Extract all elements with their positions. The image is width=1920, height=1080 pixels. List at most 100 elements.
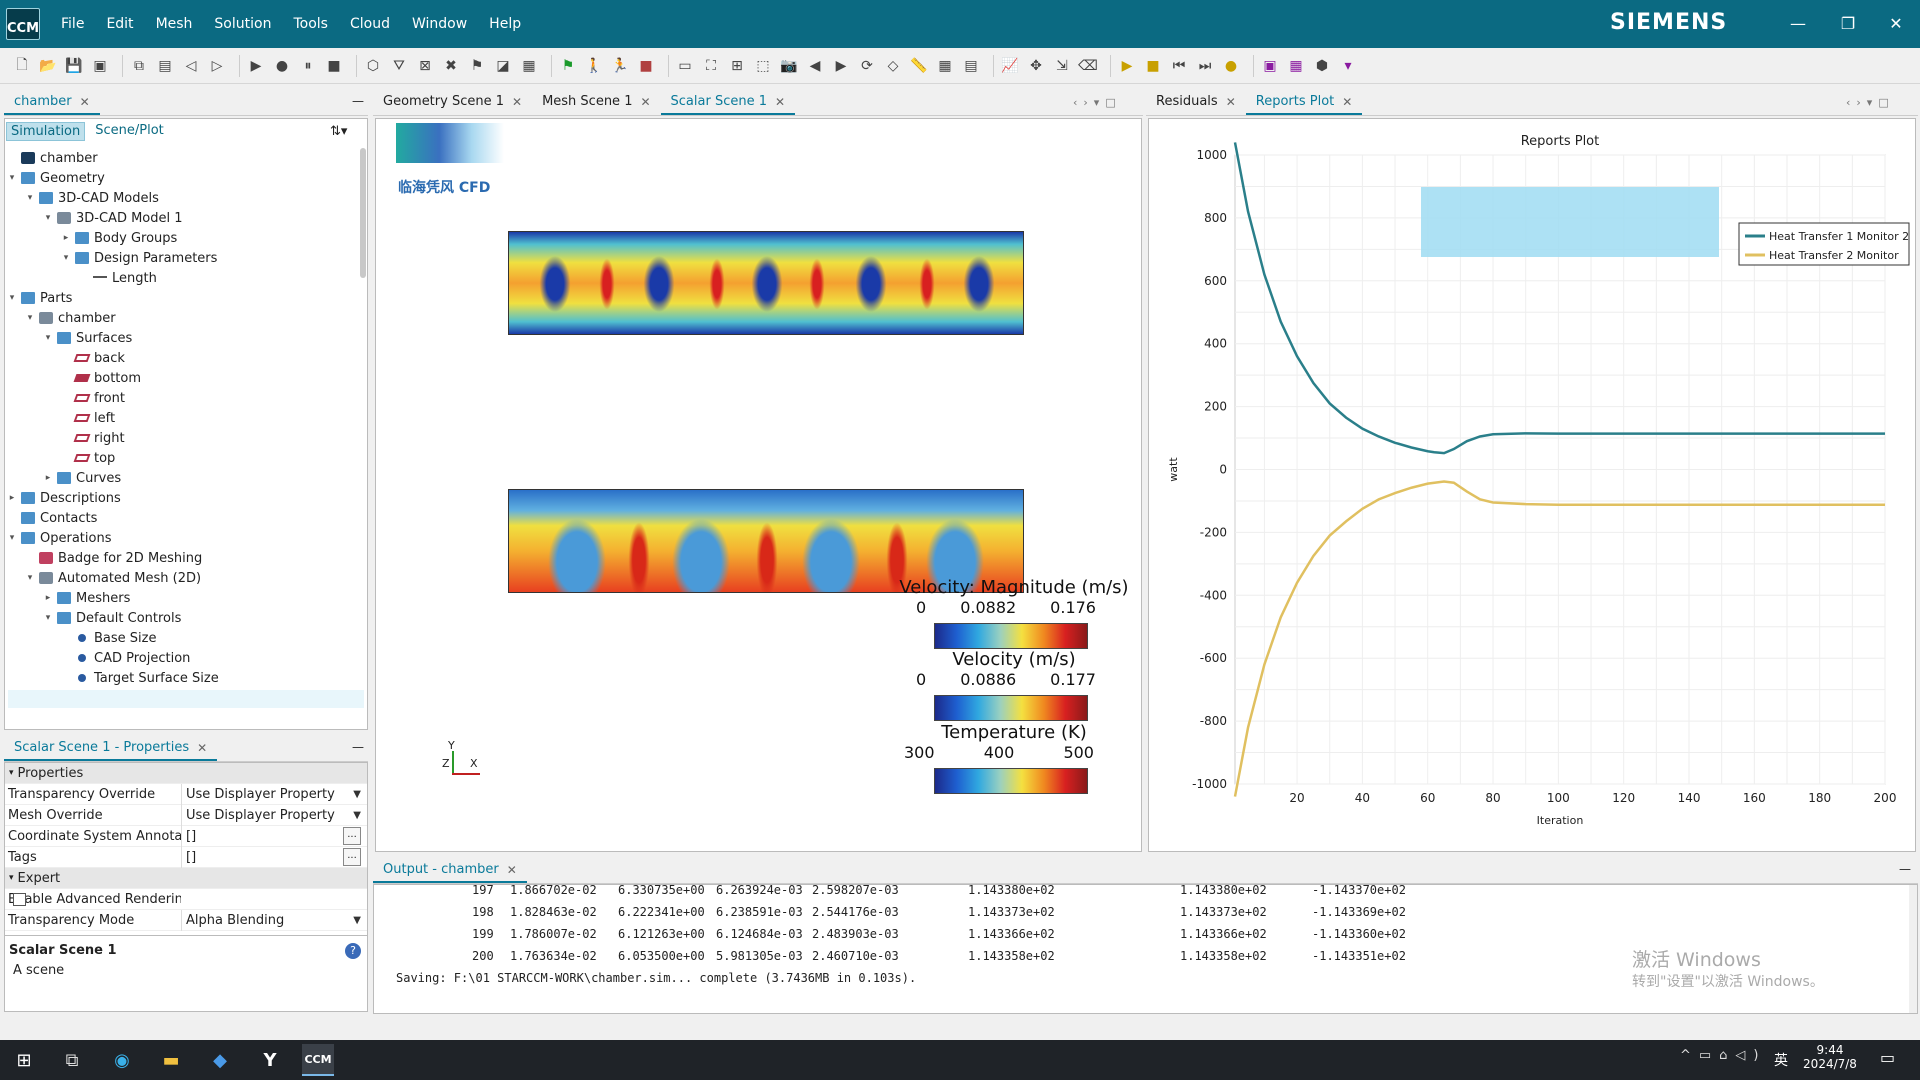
expand-toggle-icon[interactable]: ▾ (42, 213, 54, 223)
tree-node[interactable]: ▾ 3D-CAD Model 1 (6, 208, 356, 228)
tab-scalar-scene-1[interactable]: Scalar Scene 1 ✕ (660, 94, 796, 115)
close-icon[interactable]: ✕ (1884, 12, 1908, 36)
tab-chamber[interactable]: chamber ✕ (4, 94, 100, 115)
export-icon[interactable]: ⇲ (1052, 56, 1072, 76)
tree-node[interactable]: Contacts (6, 508, 356, 528)
tree-node[interactable]: ▾ Surfaces (6, 328, 356, 348)
tree-node[interactable]: left (6, 408, 356, 428)
move-icon[interactable]: ✥ (1026, 56, 1046, 76)
tree-node[interactable]: Badge for 2D Meshing (6, 548, 356, 568)
close-tab-icon[interactable]: ✕ (1226, 95, 1236, 109)
play-yellow-icon[interactable]: ▶ (1117, 56, 1137, 76)
dropdown-arrow-icon[interactable]: ▼ (353, 915, 361, 926)
copy-icon[interactable]: ⧉ (129, 56, 149, 76)
dot-icon[interactable]: ● (1221, 56, 1241, 76)
grid-icon[interactable]: ▦ (519, 56, 539, 76)
expand-toggle-icon[interactable]: ▸ (42, 473, 54, 483)
paste-icon[interactable]: ▤ (155, 56, 175, 76)
property-value[interactable]: Use Displayer Property ▼ (181, 783, 367, 805)
tree-node[interactable]: ▾ Default Controls (6, 608, 356, 628)
tab-nav-icon[interactable]: ‹›▾□ (1073, 96, 1122, 109)
tree-node[interactable]: Base Size (6, 628, 356, 648)
grid2-icon[interactable]: ▤ (961, 56, 981, 76)
close-tab-icon[interactable]: ✕ (512, 95, 522, 109)
tree-options-icon[interactable]: ⇅▾ (330, 124, 347, 139)
scene-icon[interactable]: ▭ (675, 56, 695, 76)
tree-node[interactable]: CAD Projection (6, 648, 356, 668)
output-scrollbar[interactable] (1909, 885, 1917, 1013)
edge-icon[interactable]: ◉ (106, 1044, 138, 1076)
tab-scene-plot[interactable]: Scene/Plot (91, 122, 168, 141)
tree-node[interactable]: front (6, 388, 356, 408)
tab-geometry-scene-1[interactable]: Geometry Scene 1 ✕ (373, 94, 532, 115)
property-value[interactable] (13, 889, 367, 910)
menu-file[interactable]: File (50, 16, 95, 32)
green-flag-icon[interactable]: ⚑ (558, 56, 578, 76)
menu-window[interactable]: Window (401, 16, 478, 32)
tree-node[interactable]: ▸ Curves (6, 468, 356, 488)
mesh-repair-icon[interactable]: ⊠ (415, 56, 435, 76)
prev-frame-icon[interactable]: ⏮ (1169, 56, 1189, 76)
ime-indicator[interactable]: 英 (1774, 1050, 1788, 1070)
close-tab-icon[interactable]: ✕ (197, 741, 207, 755)
tree-node[interactable]: chamber (6, 148, 356, 168)
expand-toggle-icon[interactable]: ▾ (60, 253, 72, 263)
plane-icon[interactable]: ◇ (883, 56, 903, 76)
walk-icon[interactable]: 🚶 (584, 56, 604, 76)
expand-toggle-icon[interactable]: ▾ (24, 573, 36, 583)
run-icon[interactable]: ▶ (246, 56, 266, 76)
expand-toggle-icon[interactable]: ▾ (6, 533, 18, 543)
tab-residuals[interactable]: Residuals ✕ (1146, 94, 1246, 115)
tab-mesh-scene-1[interactable]: Mesh Scene 1 ✕ (532, 94, 660, 115)
redo-icon[interactable]: ▷ (207, 56, 227, 76)
report-icon[interactable]: ▦ (1286, 56, 1306, 76)
step-icon[interactable]: ● (272, 56, 292, 76)
tab-nav-icon[interactable]: ‹›▾□ (1846, 96, 1895, 109)
dropdown-arrow-icon[interactable]: ▼ (353, 810, 361, 821)
pause-icon[interactable]: ⏸ (298, 56, 318, 76)
start-icon[interactable]: ⊞ (8, 1044, 40, 1076)
new-sim-icon[interactable]: 🗋 (12, 56, 32, 76)
table-icon[interactable]: ▦ (935, 56, 955, 76)
mesh-icon[interactable]: ⬡ (363, 56, 383, 76)
dropdown-arrow-icon[interactable]: ▼ (353, 789, 361, 800)
expand-toggle-icon[interactable]: ▸ (42, 593, 54, 603)
save-as-icon[interactable]: ▣ (90, 56, 110, 76)
menu-solution[interactable]: Solution (203, 16, 282, 32)
menu-tools[interactable]: Tools (282, 16, 339, 32)
stop-square-icon[interactable]: ■ (636, 56, 656, 76)
tree-node[interactable]: ▾ Geometry (6, 168, 356, 188)
property-value[interactable]: []... (181, 846, 367, 868)
clear-mesh-icon[interactable]: ✖ (441, 56, 461, 76)
tree-node[interactable]: ▾ Design Parameters (6, 248, 356, 268)
reports-plot[interactable]: 20 40 60 80 100 120 140 160 180 200 -1000 -800 -600 -… (1148, 118, 1916, 852)
tree-node[interactable]: Length (6, 268, 356, 288)
menu-edit[interactable]: Edit (95, 16, 144, 32)
undo-icon[interactable]: ◁ (181, 56, 201, 76)
close-tab-icon[interactable]: ✕ (507, 863, 517, 877)
expand-toggle-icon[interactable]: ▾ (42, 333, 54, 343)
tree-scrollbar[interactable] (360, 148, 366, 278)
menu-cloud[interactable]: Cloud (339, 16, 401, 32)
close-tab-icon[interactable]: ✕ (80, 95, 90, 109)
close-tab-icon[interactable]: ✕ (1342, 95, 1352, 109)
minimize-icon[interactable]: — (1786, 12, 1810, 36)
run-person-icon[interactable]: 🏃 (610, 56, 630, 76)
close-tab-icon[interactable]: ✕ (775, 95, 785, 109)
tree-node[interactable]: top (6, 448, 356, 468)
tree-node[interactable]: ▾ Operations (6, 528, 356, 548)
chart-icon[interactable]: 📈 (1000, 56, 1020, 76)
open-icon[interactable]: 📂 (38, 56, 58, 76)
tree-node[interactable]: ▾ Automated Mesh (2D) (6, 568, 356, 588)
minimize-panel-icon[interactable]: — (352, 94, 364, 108)
expand-toggle-icon[interactable]: ▸ (6, 493, 18, 503)
surface-icon[interactable]: ◪ (493, 56, 513, 76)
advanced-rendering-checkbox[interactable] (13, 892, 26, 906)
minimize-panel-icon[interactable]: — (352, 740, 364, 754)
tray-icons[interactable]: ^▭⌂◁) (1680, 1048, 1767, 1063)
scalar-scene-viewport[interactable]: 临海凭风 CFD Velocity: Magnitude (m/s) 0 0.08… (375, 118, 1142, 852)
expert-section[interactable]: ▾ Expert (5, 868, 367, 889)
ellipsis-button[interactable]: ... (343, 848, 361, 866)
stop-icon[interactable]: ■ (324, 56, 344, 76)
expand-toggle-icon[interactable]: ▸ (60, 233, 72, 243)
